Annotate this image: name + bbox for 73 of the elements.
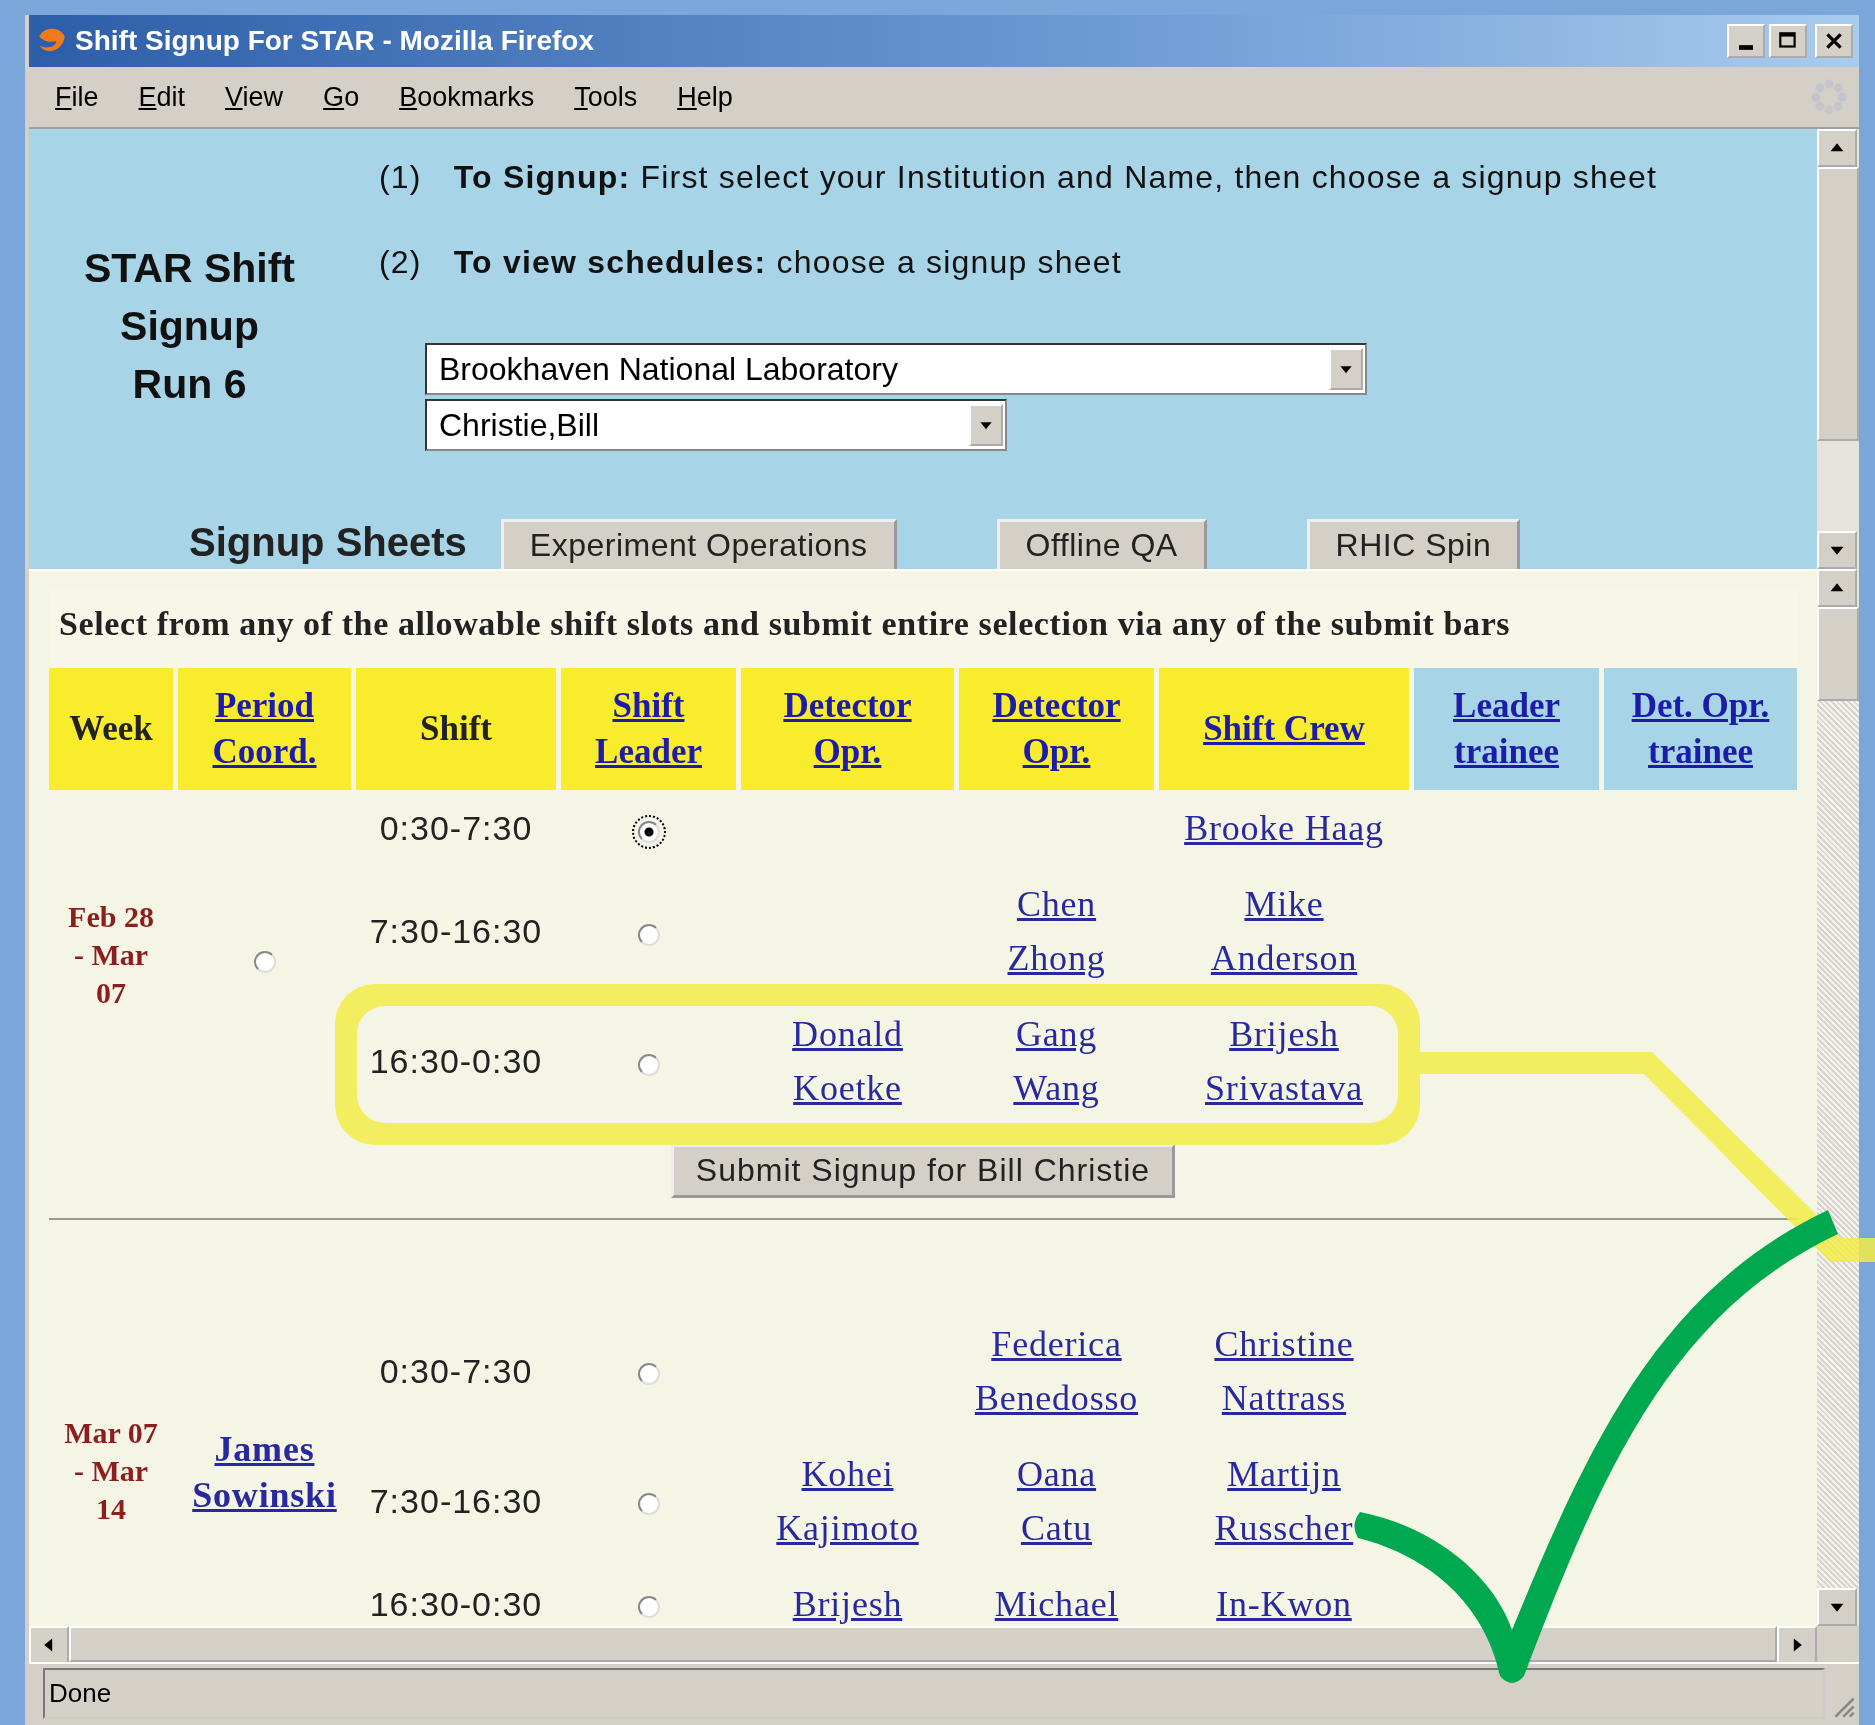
- radio-button[interactable]: [637, 1053, 660, 1076]
- person-link[interactable]: Federica Benedosso: [974, 1316, 1139, 1425]
- instruction-text: To view schedules: choose a signup sheet: [453, 244, 1122, 282]
- person-link[interactable]: Martijn Russcher: [1169, 1446, 1399, 1555]
- person-link[interactable]: Brijesh: [792, 1576, 903, 1626]
- menu-item[interactable]: File: [55, 81, 99, 113]
- radio-button[interactable]: [253, 950, 276, 973]
- column-header[interactable]: Det. Opr. trainee: [1604, 668, 1797, 790]
- person-link[interactable]: Mike Anderson: [1169, 877, 1399, 985]
- column-header[interactable]: Detector Opr.: [741, 668, 954, 790]
- scroll-thumb[interactable]: [1817, 167, 1859, 441]
- column-header[interactable]: Detector Opr.: [959, 668, 1154, 790]
- menu-item[interactable]: Tools: [574, 81, 638, 113]
- column-header[interactable]: Shift Leader: [561, 668, 736, 790]
- shift-time: 16:30-0:30: [369, 1042, 543, 1080]
- window-title: Shift Signup For STAR - Mozilla Firefox: [75, 25, 595, 57]
- status-text: Done: [43, 1667, 1825, 1719]
- person-link[interactable]: In-Kwon: [1216, 1576, 1352, 1626]
- institution-select[interactable]: Brookhaven National Laboratory: [425, 343, 1367, 395]
- radio-button[interactable]: [637, 1363, 660, 1386]
- signup-sheets-label: Signup Sheets: [189, 520, 467, 565]
- person-link[interactable]: Donald Koetke: [792, 1007, 903, 1115]
- column-header: Week: [49, 668, 173, 790]
- person-link[interactable]: Brooke Haag: [1184, 801, 1384, 855]
- radio-button[interactable]: [637, 1493, 660, 1516]
- page-title: STAR Shift Signup Run 6: [82, 244, 296, 409]
- menu-item[interactable]: Help: [677, 81, 733, 113]
- minimize-button[interactable]: [1727, 24, 1765, 58]
- scroll-up-icon[interactable]: [1817, 129, 1857, 167]
- instruction-text: To Signup: First select your Institution and Name, then choose a signup sheet: [453, 159, 1658, 197]
- scroll-thumb[interactable]: [1817, 607, 1859, 701]
- sheet-tab[interactable]: Experiment Operations: [500, 519, 897, 569]
- person-link[interactable]: Oana Catu: [1016, 1446, 1097, 1555]
- submit-button[interactable]: Submit Signup for Bill Christie: [670, 1143, 1176, 1198]
- scroll-left-icon[interactable]: [29, 1626, 69, 1664]
- column-header[interactable]: Period Coord.: [178, 668, 351, 790]
- week-range: Mar 07 - Mar 14: [63, 1414, 159, 1527]
- coordinator-link[interactable]: James Sowinski: [192, 1425, 337, 1518]
- minimize-icon: [1739, 44, 1753, 50]
- step-number: (2): [379, 244, 422, 282]
- person-link[interactable]: Brijesh Srivastava: [1169, 1007, 1399, 1115]
- sheet-tab[interactable]: RHIC Spin: [1306, 519, 1521, 569]
- scroll-down-icon[interactable]: [1817, 1588, 1857, 1626]
- menu-item[interactable]: View: [225, 81, 284, 113]
- name-select[interactable]: Christie,Bill: [425, 399, 1007, 451]
- sheet-tab[interactable]: Offline QA: [996, 519, 1207, 569]
- menu-item[interactable]: Edit: [138, 81, 186, 113]
- close-button[interactable]: [1815, 24, 1853, 58]
- shift-time: 7:30-16:30: [369, 912, 543, 950]
- maximize-button[interactable]: [1769, 24, 1807, 58]
- scroll-thumb[interactable]: [69, 1626, 1777, 1662]
- scroll-down-icon[interactable]: [1817, 531, 1857, 569]
- shift-time: 7:30-16:30: [369, 1481, 543, 1520]
- close-icon: [1823, 30, 1845, 52]
- shift-time: 16:30-0:30: [369, 1584, 543, 1623]
- shift-time: 0:30-7:30: [379, 1351, 533, 1390]
- shift-time: 0:30-7:30: [379, 809, 533, 847]
- person-link[interactable]: Gang Wang: [1013, 1007, 1100, 1115]
- column-header[interactable]: Shift Crew: [1159, 668, 1409, 790]
- person-link[interactable]: Michael: [994, 1576, 1119, 1626]
- menu-item[interactable]: Go: [323, 81, 360, 113]
- step-number: (1): [379, 159, 422, 197]
- menu-item[interactable]: Bookmarks: [399, 81, 535, 113]
- radio-button[interactable]: [637, 923, 660, 946]
- radio-button[interactable]: [637, 1596, 660, 1619]
- week-range: Feb 28 - Mar 07: [67, 899, 155, 1011]
- column-header: Shift: [356, 668, 556, 790]
- scroll-up-icon[interactable]: [1817, 569, 1857, 607]
- column-header[interactable]: Leader trainee: [1414, 668, 1599, 790]
- person-link[interactable]: Chen Zhong: [1007, 877, 1106, 985]
- scroll-right-icon[interactable]: [1777, 1626, 1817, 1664]
- person-link[interactable]: Kohei Kajimoto: [776, 1446, 919, 1555]
- person-link[interactable]: Christine Nattrass: [1169, 1316, 1399, 1425]
